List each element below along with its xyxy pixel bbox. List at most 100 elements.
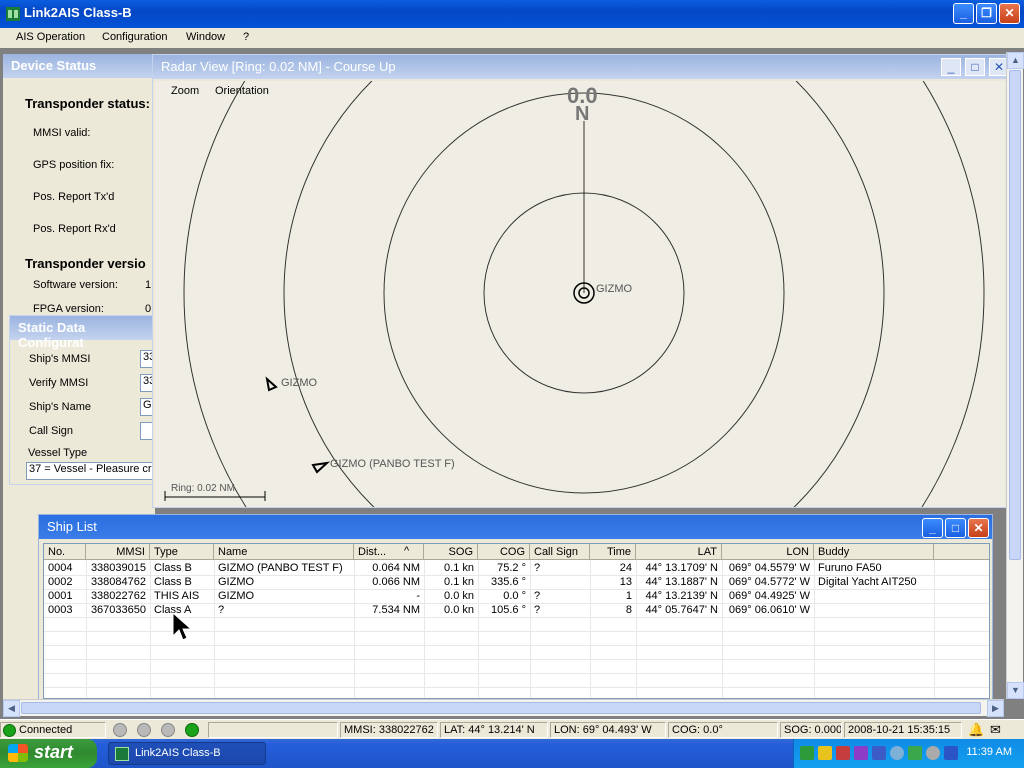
cell-lat: 44° 13.1887' N [645, 576, 718, 588]
cell-cog: 0.0 ° [503, 590, 526, 602]
cell-sog: 0.0 kn [444, 590, 474, 602]
tray-icon-4[interactable] [854, 746, 868, 760]
cell-cog: 75.2 ° [497, 562, 526, 574]
radar-menu-orientation[interactable]: Orientation [215, 85, 269, 97]
target-ship-2-icon[interactable] [311, 461, 331, 474]
grid-col-line [354, 560, 355, 698]
scroll-left-icon[interactable]: ◀ [3, 700, 20, 717]
cell-distance: 0.064 NM [372, 562, 420, 574]
grid-row-line [44, 645, 989, 646]
scroll-right-icon[interactable]: ▶ [987, 700, 1004, 717]
scroll-down-icon[interactable]: ▼ [1007, 682, 1024, 699]
tray-icon-7[interactable] [908, 746, 922, 760]
radar-maximize-button[interactable]: □ [965, 58, 985, 76]
tray-battery-icon[interactable] [944, 746, 958, 760]
cell-mmsi: 338039015 [90, 562, 146, 574]
ship-list-close-button[interactable]: ✕ [968, 518, 989, 538]
transponder-status-heading: Transponder status: [25, 96, 150, 111]
horizontal-scrollbar[interactable]: ◀ ▶ [3, 699, 1004, 717]
call-sign-label: Call Sign [29, 425, 74, 437]
sort-indicator-icon: ^ [404, 545, 410, 557]
verify-mmsi-label: Verify MMSI [29, 377, 89, 389]
close-button[interactable]: ✕ [999, 3, 1020, 24]
tray-icon-1[interactable] [800, 746, 814, 760]
taskbar: start Link2AIS Class-B 11:39 AM [0, 739, 1024, 768]
col-type[interactable]: Type [150, 544, 214, 560]
cell-cog: 105.6 ° [491, 604, 526, 616]
tray-shield-icon[interactable] [818, 746, 832, 760]
horizontal-scroll-thumb[interactable] [21, 702, 981, 714]
col-no[interactable]: No. [44, 544, 86, 560]
col-mmsi[interactable]: MMSI [86, 544, 150, 560]
taskbar-item-link2ais[interactable]: Link2AIS Class-B [108, 742, 266, 765]
minimize-button[interactable]: _ [953, 3, 974, 24]
tray-network-icon[interactable] [872, 746, 886, 760]
static-data-title: Static Data Configurat [10, 316, 154, 350]
target-ship-1-label: GIZMO [281, 377, 318, 389]
mail-icon[interactable]: ✉ [990, 722, 1001, 738]
cell-call-sign: ? [534, 604, 541, 616]
software-version-value: 1 [145, 279, 152, 291]
tray-icon-6[interactable] [890, 746, 904, 760]
target-ship-1-icon[interactable] [265, 376, 278, 392]
bell-icon[interactable]: 🔔 [968, 722, 984, 738]
radar-minimize-button[interactable]: _ [941, 58, 961, 76]
indicator-1-icon [113, 723, 127, 737]
grid-row-line [44, 659, 989, 660]
status-empty [208, 722, 338, 738]
cell-time: 8 [625, 604, 632, 616]
menu-ais-operation[interactable]: AIS Operation [16, 31, 85, 43]
col-call-sign[interactable]: Call Sign [530, 544, 590, 560]
ship-table-header: No. MMSI Type Name Dist... ^ SOG COG Cal… [44, 544, 989, 560]
status-lon: LON: 69° 04.493' W [550, 722, 666, 738]
own-ship-label: GIZMO [596, 283, 633, 295]
vessel-type-select[interactable]: 37 = Vessel - Pleasure cra [26, 462, 154, 480]
grid-col-line [934, 560, 935, 698]
menu-help[interactable]: ? [243, 31, 249, 43]
menu-configuration[interactable]: Configuration [102, 31, 167, 43]
connected-label: Connected [19, 724, 73, 736]
tray-icon-8[interactable] [926, 746, 940, 760]
status-sog: SOG: 0.000 kn [780, 722, 842, 738]
tray-icon-3[interactable] [836, 746, 850, 760]
col-cog[interactable]: COG [478, 544, 530, 560]
menu-window[interactable]: Window [186, 31, 225, 43]
grid-col-line [590, 560, 591, 698]
cell-sog: 0.1 kn [444, 562, 474, 574]
grid-col-line [814, 560, 815, 698]
vertical-scroll-thumb[interactable] [1009, 70, 1021, 560]
ship-list-maximize-button[interactable]: □ [945, 518, 966, 538]
tray-clock: 11:39 AM [966, 746, 1012, 758]
range-ring-5 [155, 81, 1005, 507]
col-time[interactable]: Time [590, 544, 636, 560]
restore-button[interactable]: ❐ [976, 3, 997, 24]
indicator-2-icon [137, 723, 151, 737]
grid-col-line [86, 560, 87, 698]
cell-no: 0003 [48, 604, 73, 616]
col-buddy[interactable]: Buddy [814, 544, 934, 560]
radar-menu-zoom[interactable]: Zoom [171, 85, 199, 97]
ship-list-title: Ship List [39, 515, 992, 539]
col-lon[interactable]: LON [722, 544, 814, 560]
ships-mmsi-label: Ship's MMSI [29, 353, 91, 365]
col-lat[interactable]: LAT [636, 544, 722, 560]
scroll-up-icon[interactable]: ▲ [1007, 52, 1024, 69]
ship-list-minimize-button[interactable]: _ [922, 518, 943, 538]
col-sog[interactable]: SOG [424, 544, 478, 560]
cell-no: 0001 [48, 590, 73, 602]
pos-rx-label: Pos. Report Rx'd [33, 223, 116, 235]
status-cog: COG: 0.0° [668, 722, 778, 738]
grid-col-line [636, 560, 637, 698]
app-task-icon [115, 747, 129, 761]
cell-lat: 44° 05.7647' N [645, 604, 718, 616]
radar-canvas[interactable]: Zoom Orientation 0.0 N GIZMO GIZMO GIZMO… [155, 55, 1005, 507]
col-name[interactable]: Name [214, 544, 354, 560]
start-button[interactable]: start [0, 739, 97, 768]
cell-sog: 0.1 kn [444, 576, 474, 588]
vertical-scrollbar[interactable]: ▲ ▼ [1006, 52, 1024, 699]
app-title: Link2AIS Class-B [24, 5, 132, 20]
north-indicator: N [575, 103, 590, 125]
col-distance[interactable]: Dist... [354, 544, 424, 560]
cell-no: 0004 [48, 562, 73, 574]
radar-window: Radar View [Ring: 0.02 NM] - Course Up _… [152, 54, 1008, 508]
